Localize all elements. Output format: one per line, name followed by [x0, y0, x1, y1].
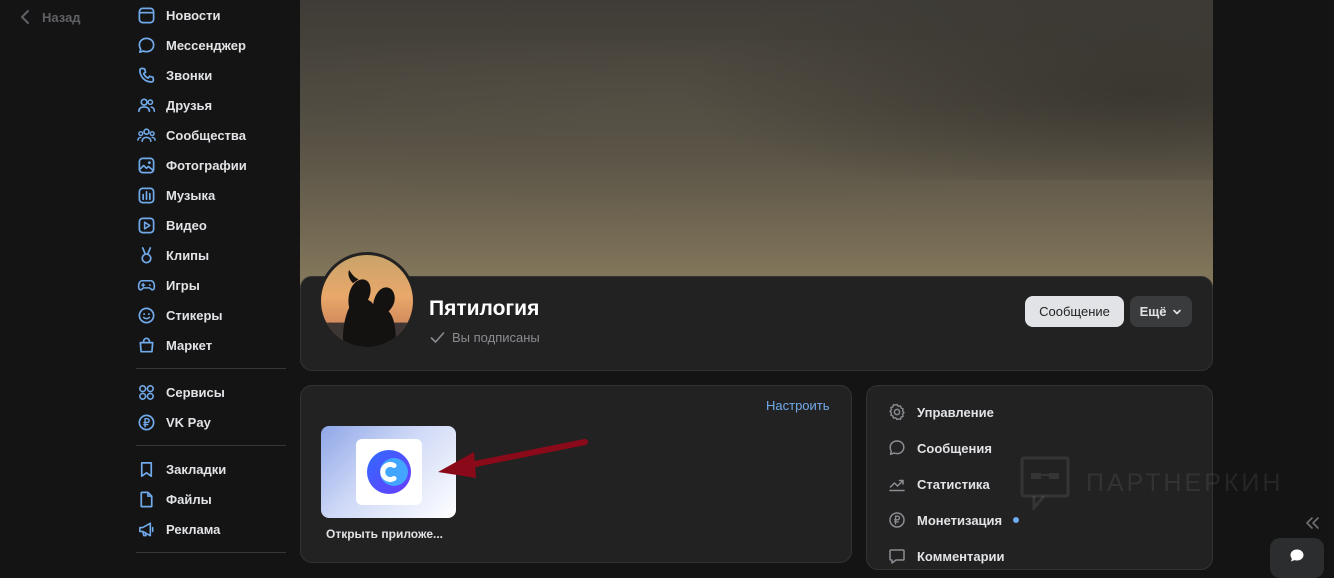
- manage-item-settings[interactable]: Управление: [888, 403, 994, 421]
- users-icon: [136, 95, 156, 115]
- sidebar-item-label: Фотографии: [166, 157, 247, 173]
- phone-icon: [136, 65, 156, 85]
- sidebar-item-files[interactable]: Файлы: [136, 484, 286, 514]
- sidebar-item-messenger[interactable]: Мессенджер: [136, 30, 286, 60]
- photo-icon: [136, 155, 156, 175]
- sidebar-item-market[interactable]: Маркет: [136, 330, 286, 360]
- sidebar-item-label: Видео: [166, 217, 207, 233]
- manage-item-statistics[interactable]: Статистика: [888, 475, 990, 493]
- gamepad-icon: [136, 275, 156, 295]
- manage-item-label: Монетизация: [917, 512, 1003, 528]
- sidebar-item-music[interactable]: Музыка: [136, 180, 286, 210]
- sidebar-item-vkpay[interactable]: VK Pay: [136, 407, 286, 437]
- bookmark-icon: [136, 459, 156, 479]
- sidebar-item-label: Друзья: [166, 97, 213, 113]
- setup-link[interactable]: Настроить: [766, 398, 830, 413]
- sidebar-item-ads[interactable]: Реклама: [136, 514, 286, 544]
- message-bubble-icon: [136, 35, 156, 55]
- app-c-logo-icon: [366, 450, 411, 494]
- manage-item-monetization[interactable]: Монетизация: [888, 511, 1020, 529]
- manage-item-label: Статистика: [917, 476, 990, 492]
- message-button[interactable]: Сообщение: [1025, 296, 1124, 327]
- ruble-coin-icon: [136, 412, 156, 432]
- watermark-text: ПАРТНЕРКИН: [1086, 468, 1284, 497]
- grid-icon: [136, 382, 156, 402]
- manage-item-label: Управление: [917, 404, 994, 420]
- chat-bubble-icon: [1290, 549, 1304, 562]
- video-icon: [136, 215, 156, 235]
- sidebar-item-communities[interactable]: Сообщества: [136, 120, 286, 150]
- group-name: Пятилогия: [429, 297, 540, 320]
- collapse-double-chevron-icon[interactable]: [1303, 515, 1321, 531]
- sidebar-item-label: Сообщества: [166, 127, 246, 143]
- back-label: Назад: [42, 9, 81, 25]
- manage-item-comments[interactable]: Комментарии: [888, 547, 1005, 565]
- sidebar-item-news[interactable]: Новости: [136, 0, 286, 30]
- more-button[interactable]: Ещё: [1130, 296, 1192, 327]
- sidebar-item-label: Стикеры: [166, 307, 223, 323]
- communities-icon: [136, 125, 156, 145]
- sidebar-item-label: VK Pay: [166, 414, 211, 430]
- app-label[interactable]: Открыть приложе...: [326, 527, 443, 541]
- back-link[interactable]: Назад: [18, 8, 81, 26]
- watermark-logo-icon: [1020, 456, 1070, 510]
- newspaper-icon: [136, 5, 156, 25]
- music-icon: [136, 185, 156, 205]
- sidebar-item-label: Звонки: [166, 67, 213, 83]
- sidebar-divider: [136, 368, 286, 369]
- chevron-left-icon: [21, 10, 29, 24]
- sidebar-item-label: Реклама: [166, 521, 221, 537]
- sidebar-item-label: Закладки: [166, 461, 227, 477]
- sidebar-item-label: Музыка: [166, 187, 216, 203]
- sidebar-item-label: Маркет: [166, 337, 213, 353]
- couple-silhouette-image: [321, 255, 413, 347]
- ruble-coin-icon: [889, 512, 905, 528]
- chart-trend-icon: [889, 479, 905, 492]
- app-logo: [355, 439, 422, 505]
- new-indicator-dot: [1013, 517, 1020, 523]
- subscription-status[interactable]: Вы подписаны: [429, 329, 540, 346]
- comment-icon: [889, 549, 905, 564]
- cover-image: [300, 0, 1213, 300]
- manage-item-label: Комментарии: [917, 548, 1005, 564]
- sidebar-item-services[interactable]: Сервисы: [136, 377, 286, 407]
- cover-texture: [600, 0, 1213, 180]
- megaphone-icon: [136, 519, 156, 539]
- sidebar-item-stickers[interactable]: Стикеры: [136, 300, 286, 330]
- annotation-arrow: [438, 439, 588, 478]
- watermark: ПАРТНЕРКИН: [1020, 456, 1283, 510]
- gear-icon: [889, 403, 905, 421]
- chevron-down-icon: [1173, 309, 1182, 314]
- sidebar-item-video[interactable]: Видео: [136, 210, 286, 240]
- check-icon: [430, 332, 445, 343]
- manage-item-label: Сообщения: [917, 440, 992, 456]
- sidebar-item-photos[interactable]: Фотографии: [136, 150, 286, 180]
- more-button-label: Ещё: [1139, 304, 1167, 319]
- sidebar-item-clips[interactable]: Клипы: [136, 240, 286, 270]
- sidebar-item-calls[interactable]: Звонки: [136, 60, 286, 90]
- sidebar-item-label: Игры: [166, 277, 200, 293]
- sidebar-item-games[interactable]: Игры: [136, 270, 286, 300]
- sidebar-item-label: Сервисы: [166, 384, 225, 400]
- sidebar-item-label: Мессенджер: [166, 37, 246, 53]
- clips-icon: [136, 245, 156, 265]
- sidebar-divider: [136, 552, 286, 553]
- sidebar-item-friends[interactable]: Друзья: [136, 90, 286, 120]
- sidebar-item-label: Файлы: [166, 491, 212, 507]
- file-icon: [136, 489, 156, 509]
- subscription-label: Вы подписаны: [452, 330, 540, 345]
- sidebar-item-bookmarks[interactable]: Закладки: [136, 454, 286, 484]
- sticker-icon: [136, 305, 156, 325]
- message-bubble-icon: [889, 440, 905, 456]
- sidebar-divider: [136, 445, 286, 446]
- sidebar-item-label: Клипы: [166, 247, 210, 263]
- chat-floating-button[interactable]: [1270, 538, 1324, 578]
- left-sidebar: Новости Мессенджер Звонки Друзья Сообщес…: [136, 0, 286, 561]
- manage-item-messages[interactable]: Сообщения: [888, 439, 992, 457]
- shopping-bag-icon: [136, 335, 156, 355]
- sidebar-item-label: Новости: [166, 7, 221, 23]
- group-avatar[interactable]: [318, 252, 416, 350]
